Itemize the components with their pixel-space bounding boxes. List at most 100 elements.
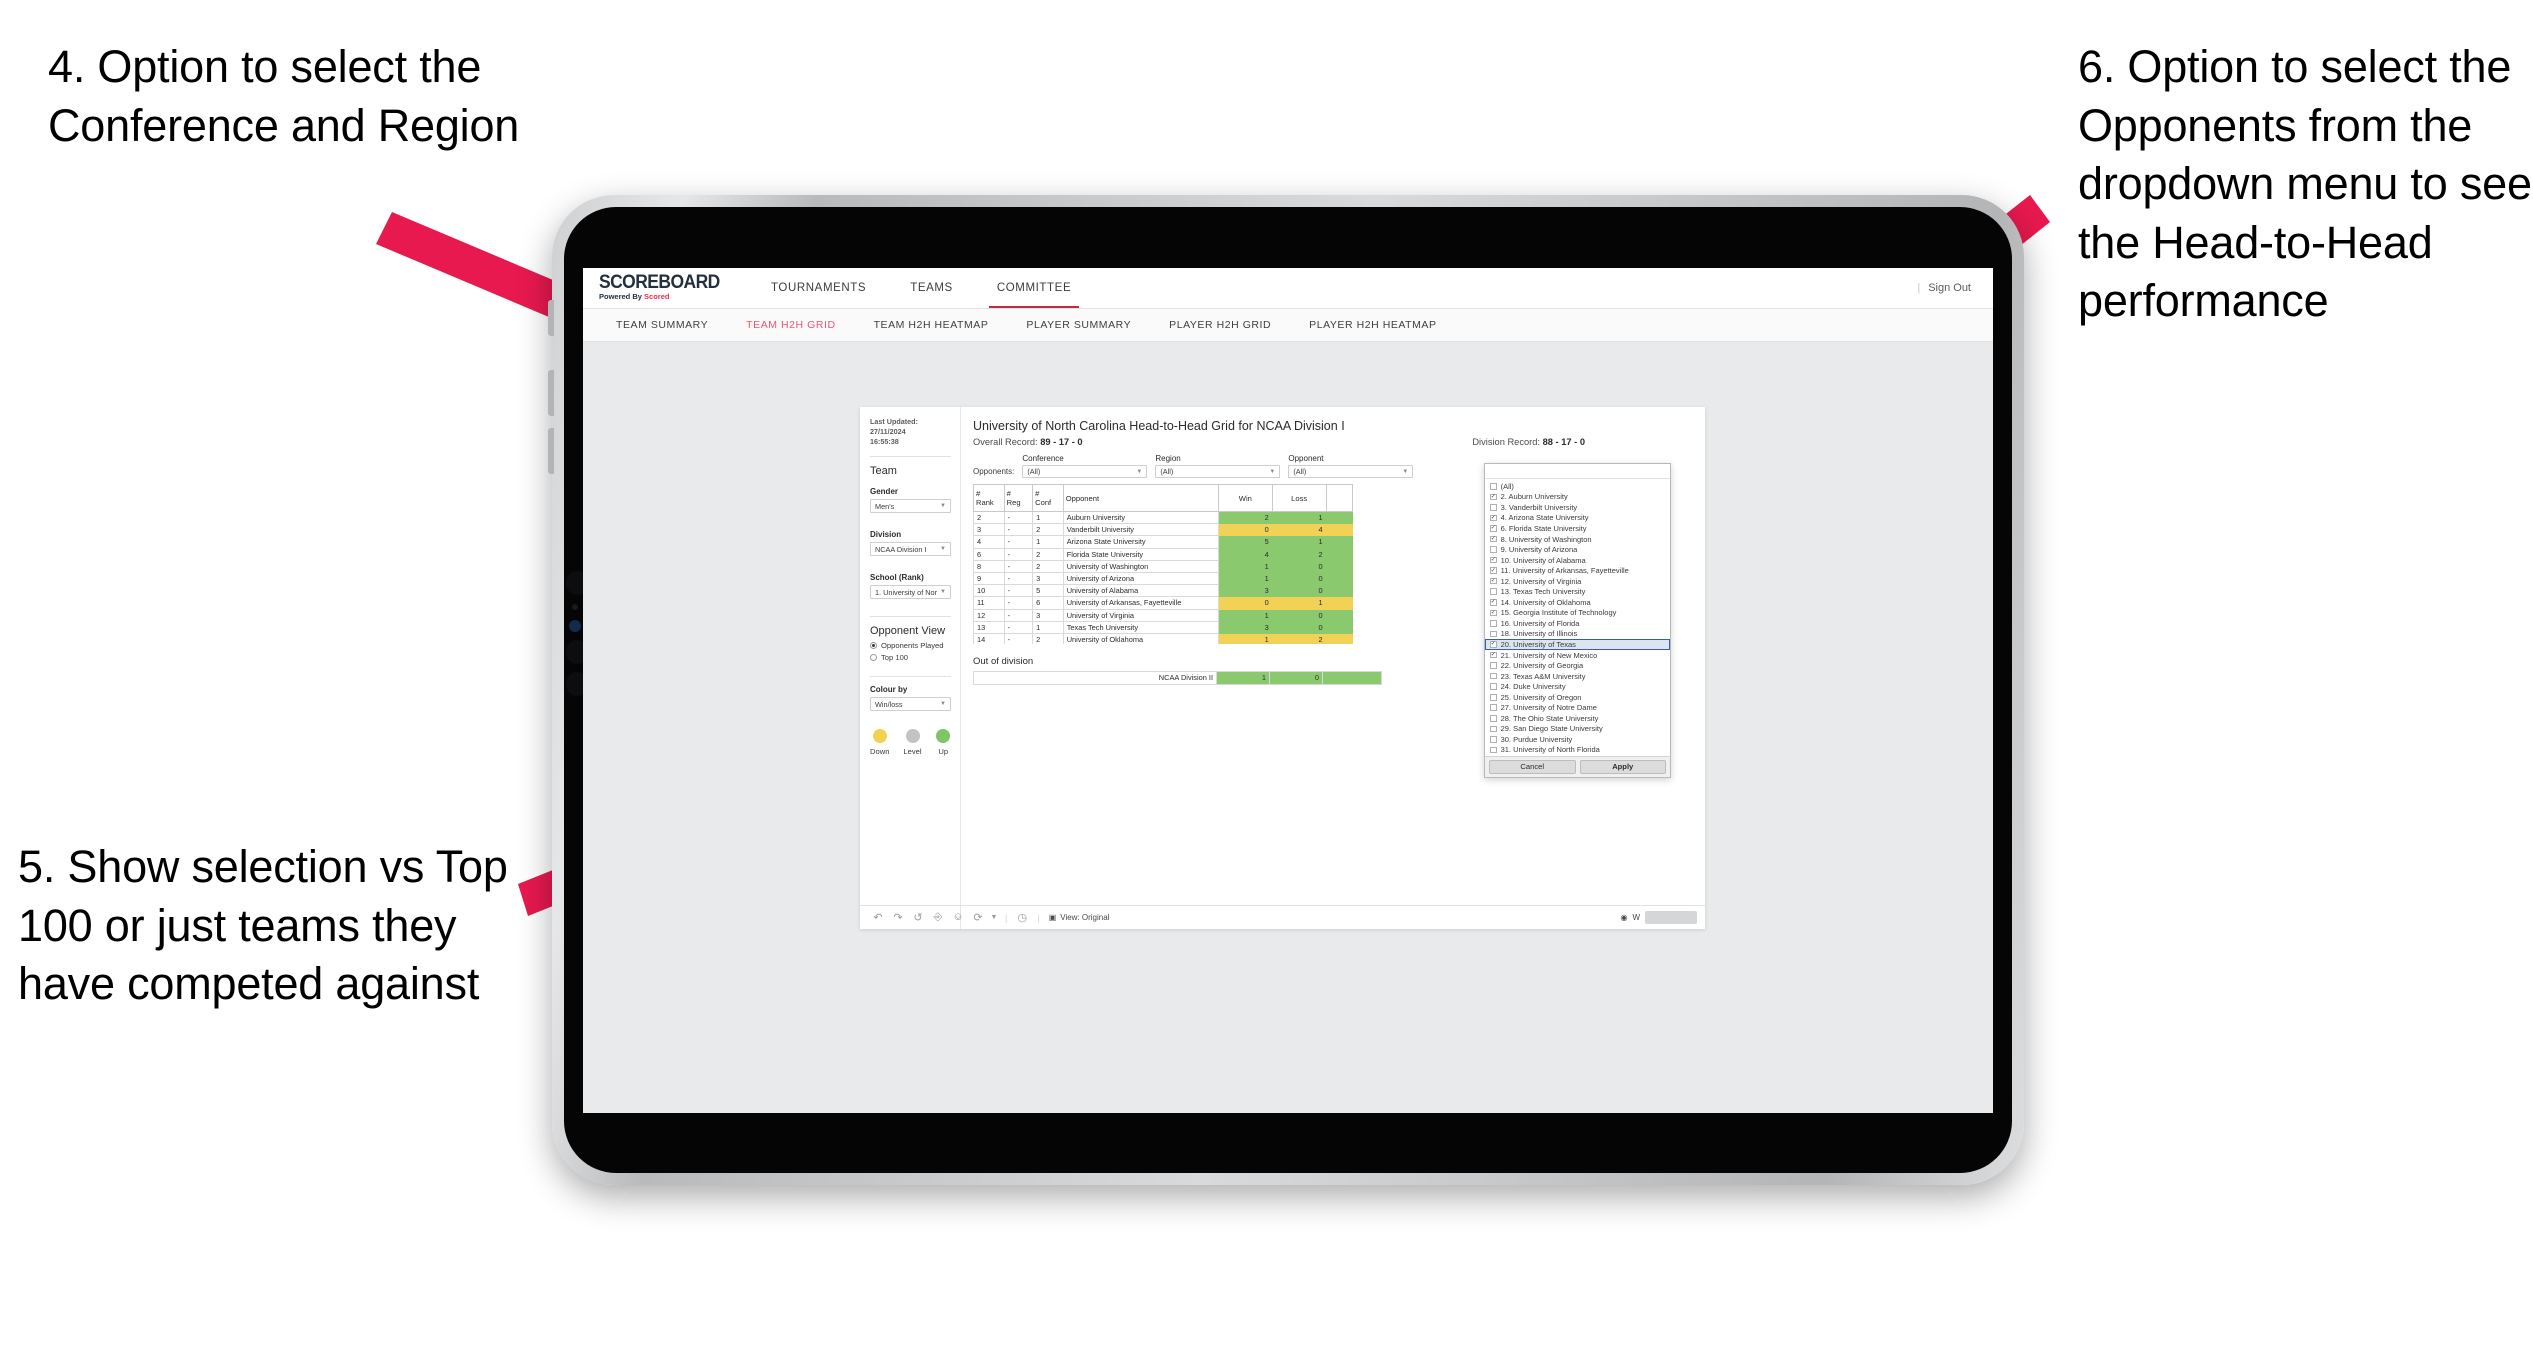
table-row[interactable]: 8-2 University of Washington 1 0 — [973, 559, 1354, 573]
out-of-division-row[interactable]: NCAA Division II 1 0 — [973, 671, 1382, 685]
colour-by-select[interactable]: Win/loss ▼ — [870, 697, 951, 711]
pause-refresh-icon[interactable]: ⎉ — [948, 911, 968, 924]
redo-icon[interactable]: ↷ — [888, 911, 908, 924]
subnav-item-player-h2h-heatmap[interactable]: PLAYER H2H HEATMAP — [1290, 319, 1455, 331]
opponent-dropdown-item[interactable]: ✓ 10. University of Alabama — [1485, 555, 1670, 566]
checkbox-icon[interactable] — [1490, 546, 1497, 553]
table-row[interactable]: 12-3 University of Virginia 1 0 — [973, 608, 1354, 622]
clock-icon[interactable]: ◷ — [1012, 911, 1032, 924]
checkbox-checked-icon[interactable]: ✓ — [1490, 567, 1497, 574]
opponent-dropdown-item[interactable]: ✓ 4. Arizona State University — [1485, 513, 1670, 524]
view-original-button[interactable]: ▣ View: Original — [1049, 913, 1110, 922]
radio-top-100[interactable]: Top 100 — [870, 653, 951, 662]
opponent-dropdown-item[interactable]: (All) — [1485, 481, 1670, 492]
opponent-dropdown-item[interactable]: 16. University of Florida — [1485, 618, 1670, 629]
opponent-dropdown-item[interactable]: 28. The Ohio State University — [1485, 713, 1670, 724]
table-row[interactable]: 2-1 Auburn University 2 1 — [973, 510, 1354, 525]
checkbox-icon[interactable] — [1490, 715, 1497, 722]
region-select[interactable]: (All) ▼ — [1155, 465, 1281, 478]
volume-down-button[interactable] — [548, 428, 554, 474]
opponent-dropdown-item[interactable]: ✓ 15. Georgia Institute of Technology — [1485, 608, 1670, 619]
opponent-dropdown-item[interactable]: ✓ 12. University of Virginia — [1485, 576, 1670, 587]
opponent-dropdown-item[interactable]: 23. Texas A&M University — [1485, 671, 1670, 682]
opponent-dropdown-item[interactable]: ✓ 2. Auburn University — [1485, 492, 1670, 503]
opponent-dropdown-item[interactable]: 22. University of Georgia — [1485, 660, 1670, 671]
eye-icon[interactable]: ◉ — [1620, 913, 1627, 922]
division-select[interactable]: NCAA Division I ▼ — [870, 542, 951, 556]
undo-icon[interactable]: ↶ — [868, 911, 888, 924]
checkbox-checked-icon[interactable]: ✓ — [1490, 598, 1497, 606]
table-row[interactable]: 9-3 University of Arizona 1 0 — [973, 571, 1354, 586]
share-icon[interactable]: ⟳ — [968, 911, 988, 924]
table-row[interactable]: 14-2 University of Oklahoma 1 2 — [973, 632, 1354, 644]
checkbox-checked-icon[interactable]: ✓ — [1490, 556, 1497, 564]
opponent-dropdown[interactable]: (All) ✓ 2. Auburn University 3. Vanderbilt … — [1484, 463, 1671, 779]
checkbox-icon[interactable] — [1490, 662, 1497, 669]
table-row[interactable]: 10-5 University of Alabama 3 0 — [973, 584, 1354, 598]
checkbox-icon[interactable] — [1490, 672, 1497, 680]
opponent-dropdown-item[interactable]: 30. Purdue University — [1485, 734, 1670, 745]
col-opponent[interactable]: Opponent — [1062, 484, 1219, 512]
opponent-dropdown-item[interactable]: 18. University of Illinois — [1485, 629, 1670, 640]
checkbox-icon[interactable] — [1490, 683, 1497, 690]
checkbox-checked-icon[interactable]: ✓ — [1490, 577, 1497, 585]
cancel-button[interactable]: Cancel — [1489, 760, 1576, 775]
opponent-dropdown-item[interactable]: 31. University of North Florida — [1485, 745, 1670, 756]
table-row[interactable]: 11-6 University of Arkansas, Fayetteville… — [973, 596, 1354, 610]
chevron-down-icon[interactable]: ▼ — [988, 914, 1000, 921]
checkbox-icon[interactable] — [1490, 482, 1497, 490]
checkbox-checked-icon[interactable]: ✓ — [1490, 493, 1497, 501]
topnav-item-tournaments[interactable]: TOURNAMENTS — [749, 268, 888, 308]
checkbox-checked-icon[interactable]: ✓ — [1490, 514, 1497, 522]
opponent-dropdown-list[interactable]: (All) ✓ 2. Auburn University 3. Vanderbilt … — [1485, 479, 1670, 756]
opponent-dropdown-item[interactable]: ✓ 11. University of Arkansas, Fayettevill… — [1485, 565, 1670, 576]
apply-button[interactable]: Apply — [1579, 760, 1666, 775]
opponent-dropdown-item[interactable]: 29. San Diego State University — [1485, 724, 1670, 735]
toolbar-chip[interactable] — [1645, 911, 1697, 924]
opponent-select[interactable]: (All) ▼ — [1288, 465, 1414, 478]
topnav-item-committee[interactable]: COMMITTEE — [975, 268, 1093, 308]
checkbox-checked-icon[interactable]: ✓ — [1490, 535, 1497, 543]
opponent-dropdown-item[interactable]: ✓ 6. Florida State University — [1485, 523, 1670, 534]
checkbox-icon[interactable] — [1490, 704, 1497, 712]
col-rank[interactable]: # Rank — [973, 484, 1005, 512]
checkbox-checked-icon[interactable]: ✓ — [1490, 609, 1497, 617]
volume-up-button[interactable] — [548, 370, 554, 416]
opponent-dropdown-item[interactable]: 3. Vanderbilt University — [1485, 502, 1670, 513]
col-win[interactable]: Win — [1217, 484, 1273, 512]
checkbox-checked-icon[interactable]: ✓ — [1490, 651, 1497, 659]
table-row[interactable]: 6-2 Florida State University 4 2 — [973, 547, 1354, 561]
col-reg[interactable]: # Reg — [1003, 484, 1034, 512]
refresh-data-icon[interactable]: ⎆ — [928, 911, 948, 924]
checkbox-icon[interactable] — [1490, 736, 1497, 743]
subnav-item-player-summary[interactable]: PLAYER SUMMARY — [1007, 319, 1150, 331]
power-button[interactable] — [548, 300, 554, 336]
checkbox-checked-icon[interactable]: ✓ — [1490, 525, 1497, 532]
checkbox-icon[interactable] — [1490, 504, 1497, 511]
brand-logo[interactable]: SCOREBOARD Powered By Scored — [583, 273, 749, 302]
checkbox-icon[interactable] — [1490, 620, 1497, 627]
table-row[interactable]: 13-1 Texas Tech University 3 0 — [973, 620, 1354, 634]
opponent-dropdown-item[interactable]: 27. University of Notre Dame — [1485, 702, 1670, 713]
subnav-item-player-h2h-grid[interactable]: PLAYER H2H GRID — [1150, 319, 1290, 331]
col-conf[interactable]: # Conf — [1032, 484, 1064, 512]
conference-select[interactable]: (All) ▼ — [1022, 465, 1148, 478]
opponent-dropdown-item[interactable]: ✓ 21. University of New Mexico — [1485, 650, 1670, 661]
checkbox-icon[interactable] — [1490, 588, 1497, 596]
checkbox-checked-icon[interactable]: ✓ — [1490, 641, 1497, 648]
subnav-item-team-h2h-grid[interactable]: TEAM H2H GRID — [727, 319, 854, 331]
opponent-dropdown-item[interactable]: ✓ 20. University of Texas — [1485, 639, 1670, 650]
opponent-dropdown-item[interactable]: 25. University of Oregon — [1485, 692, 1670, 703]
table-row[interactable]: 3-2 Vanderbilt University 0 4 — [973, 523, 1354, 537]
checkbox-icon[interactable] — [1490, 725, 1497, 733]
col-loss[interactable]: Loss — [1271, 484, 1327, 512]
opponent-dropdown-item[interactable]: ✓ 8. University of Washington — [1485, 534, 1670, 545]
topnav-item-teams[interactable]: TEAMS — [888, 268, 975, 308]
gender-select[interactable]: Men's ▼ — [870, 499, 951, 513]
school-rank-select[interactable]: 1. University of Nort... ▼ — [870, 585, 951, 599]
radio-opponents-played[interactable]: Opponents Played — [870, 641, 951, 650]
subnav-item-team-summary[interactable]: TEAM SUMMARY — [597, 319, 727, 331]
table-row[interactable]: 4-1 Arizona State University 5 1 — [973, 535, 1354, 549]
sign-out-link[interactable]: Sign Out — [1928, 282, 1971, 294]
opponent-dropdown-item[interactable]: 24. Duke University — [1485, 681, 1670, 692]
